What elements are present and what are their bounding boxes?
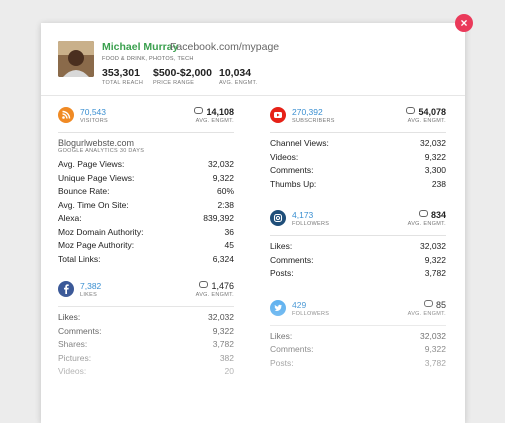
comment-icon: [199, 281, 209, 288]
list-item: Unique Page Views: 9,322: [58, 172, 234, 183]
rss-icon: [58, 107, 74, 123]
comment-icon: [423, 299, 433, 307]
divider: [270, 235, 446, 236]
list-item: Posts: 3,782: [270, 268, 446, 278]
profile-header: Michael Murray Facebook.com/mypage FOOD …: [41, 23, 465, 96]
section-count: 70,543: [80, 107, 106, 117]
section-engmt-label: AVG. ENGMT.: [407, 118, 446, 124]
section-engmt-label: AVG. ENGMT.: [407, 221, 446, 227]
section-engmt-label: AVG. ENGMT.: [195, 292, 234, 298]
section-count: 4,173: [292, 210, 314, 220]
list-item: Shares: 3,782: [58, 339, 234, 349]
list-item: Pictures: 382: [58, 352, 234, 363]
stat-label: AVG. ENGMT.: [219, 80, 258, 86]
list-item: Thumbs Up: 238: [270, 178, 446, 189]
youtube-icon: [270, 107, 286, 123]
list-item: Comments: 9,322: [270, 344, 446, 354]
list-item: Avg. Page Views: 32,032: [58, 159, 234, 169]
list-item: Moz Page Authority: 45: [58, 240, 234, 250]
list-item: Avg. Time On Site: 2:38: [58, 199, 234, 210]
list-item: Alexa: 839,392: [58, 213, 234, 223]
list-item: Likes: 32,032: [270, 330, 446, 341]
influencer-card: Michael Murray Facebook.com/mypage FOOD …: [41, 23, 465, 423]
twitter-icon: [270, 299, 286, 316]
list-item: Comments: 9,322: [58, 325, 234, 336]
avatar: [58, 41, 94, 77]
instagram-icon: [270, 210, 286, 226]
section-count-label: SUBSCRIBERS: [292, 118, 335, 124]
list-item: Bounce Rate: 60%: [58, 186, 234, 196]
comment-icon: [194, 107, 204, 114]
list-item: Moz Domain Authority: 36: [58, 226, 234, 237]
section-header: 7,382 LIKES 1,476 AVG. ENGMT.: [58, 277, 234, 307]
section-engmt: 834: [418, 210, 446, 220]
youtube-section: 270,392 SUBSCRIBERS 54,078 AVG. ENGMT. C…: [270, 103, 446, 192]
section-count-label: FOLLOWERS: [292, 310, 330, 317]
stat-value: 10,034: [219, 67, 252, 79]
section-engmt-label: AVG. ENGMT.: [195, 118, 234, 124]
close-button[interactable]: ×: [455, 14, 473, 32]
section-engmt: 14,108: [194, 107, 234, 117]
divider: [58, 132, 234, 133]
right-column: 270,392 SUBSCRIBERS 54,078 AVG. ENGMT. C…: [270, 103, 446, 371]
section-count-label: VISITORS: [80, 118, 108, 124]
profile-url[interactable]: Facebook.com/mypage: [170, 41, 279, 53]
stat-value: 353,301: [102, 67, 140, 79]
section-count: 429: [292, 299, 307, 310]
stat-value: $500-$2,000: [153, 67, 212, 79]
section-engmt: 1,476: [199, 281, 234, 291]
facebook-section: 7,382 LIKES 1,476 AVG. ENGMT. Likes: 32,0…: [58, 277, 234, 380]
blog-site-sub: GOOGLE ANALYTICS 30 DAYS: [58, 148, 145, 154]
instagram-section: 4,173 FOLLOWERS 834 AVG. ENGMT. Likes: 32…: [270, 206, 446, 282]
blog-site[interactable]: Blogurlwebste.com: [58, 138, 234, 148]
list-item: Likes: 32,032: [270, 241, 446, 251]
list-item: Videos: 9,322: [270, 151, 446, 162]
stat-avg-engmt: 10,034 AVG. ENGMT.: [219, 67, 257, 86]
twitter-section: 429 FOLLOWERS 85 AVG. ENGMT. Likes: 32,03…: [270, 296, 446, 372]
section-count: 270,392: [292, 107, 323, 117]
divider: [270, 324, 446, 326]
section-engmt: 85: [423, 299, 446, 310]
section-header: 70,543 VISITORS 14,108 AVG. ENGMT.: [58, 103, 234, 133]
left-column: 70,543 VISITORS 14,108 AVG. ENGMT. Blogu…: [58, 103, 234, 380]
stat-label: PRICE RANGE: [153, 80, 195, 86]
section-header: 429 FOLLOWERS 85 AVG. ENGMT.: [270, 296, 446, 326]
stat-label: TOTAL REACH: [102, 80, 144, 86]
comment-icon: [406, 107, 416, 114]
section-engmt: 54,078: [406, 107, 446, 117]
profile-categories: FOOD & DRINK, PHOTOS, TECH: [102, 56, 194, 62]
blog-section: 70,543 VISITORS 14,108 AVG. ENGMT. Blogu…: [58, 103, 234, 267]
section-count-label: FOLLOWERS: [292, 221, 330, 227]
section-header: 270,392 SUBSCRIBERS 54,078 AVG. ENGMT.: [270, 103, 446, 133]
list-item: Comments: 9,322: [270, 254, 446, 265]
section-count-label: LIKES: [80, 292, 98, 298]
profile-name[interactable]: Michael Murray: [102, 41, 178, 53]
list-item: Channel Views: 32,032: [270, 138, 446, 148]
section-engmt-label: AVG. ENGMT.: [407, 310, 446, 317]
comment-icon: [418, 210, 428, 217]
list-item: Comments: 3,300: [270, 165, 446, 175]
stat-price-range: $500-$2,000 PRICE RANGE: [153, 67, 212, 86]
divider: [270, 132, 446, 133]
divider: [58, 306, 234, 307]
stat-total-reach: 353,301 TOTAL REACH: [102, 67, 143, 86]
list-item: Videos: 20: [58, 366, 234, 376]
list-item: Posts: 3,782: [270, 357, 446, 368]
section-count: 7,382: [80, 281, 102, 291]
section-header: 4,173 FOLLOWERS 834 AVG. ENGMT.: [270, 206, 446, 236]
list-item: Likes: 32,032: [58, 312, 234, 322]
list-item: Total Links: 6,324: [58, 253, 234, 264]
facebook-icon: [58, 281, 74, 297]
